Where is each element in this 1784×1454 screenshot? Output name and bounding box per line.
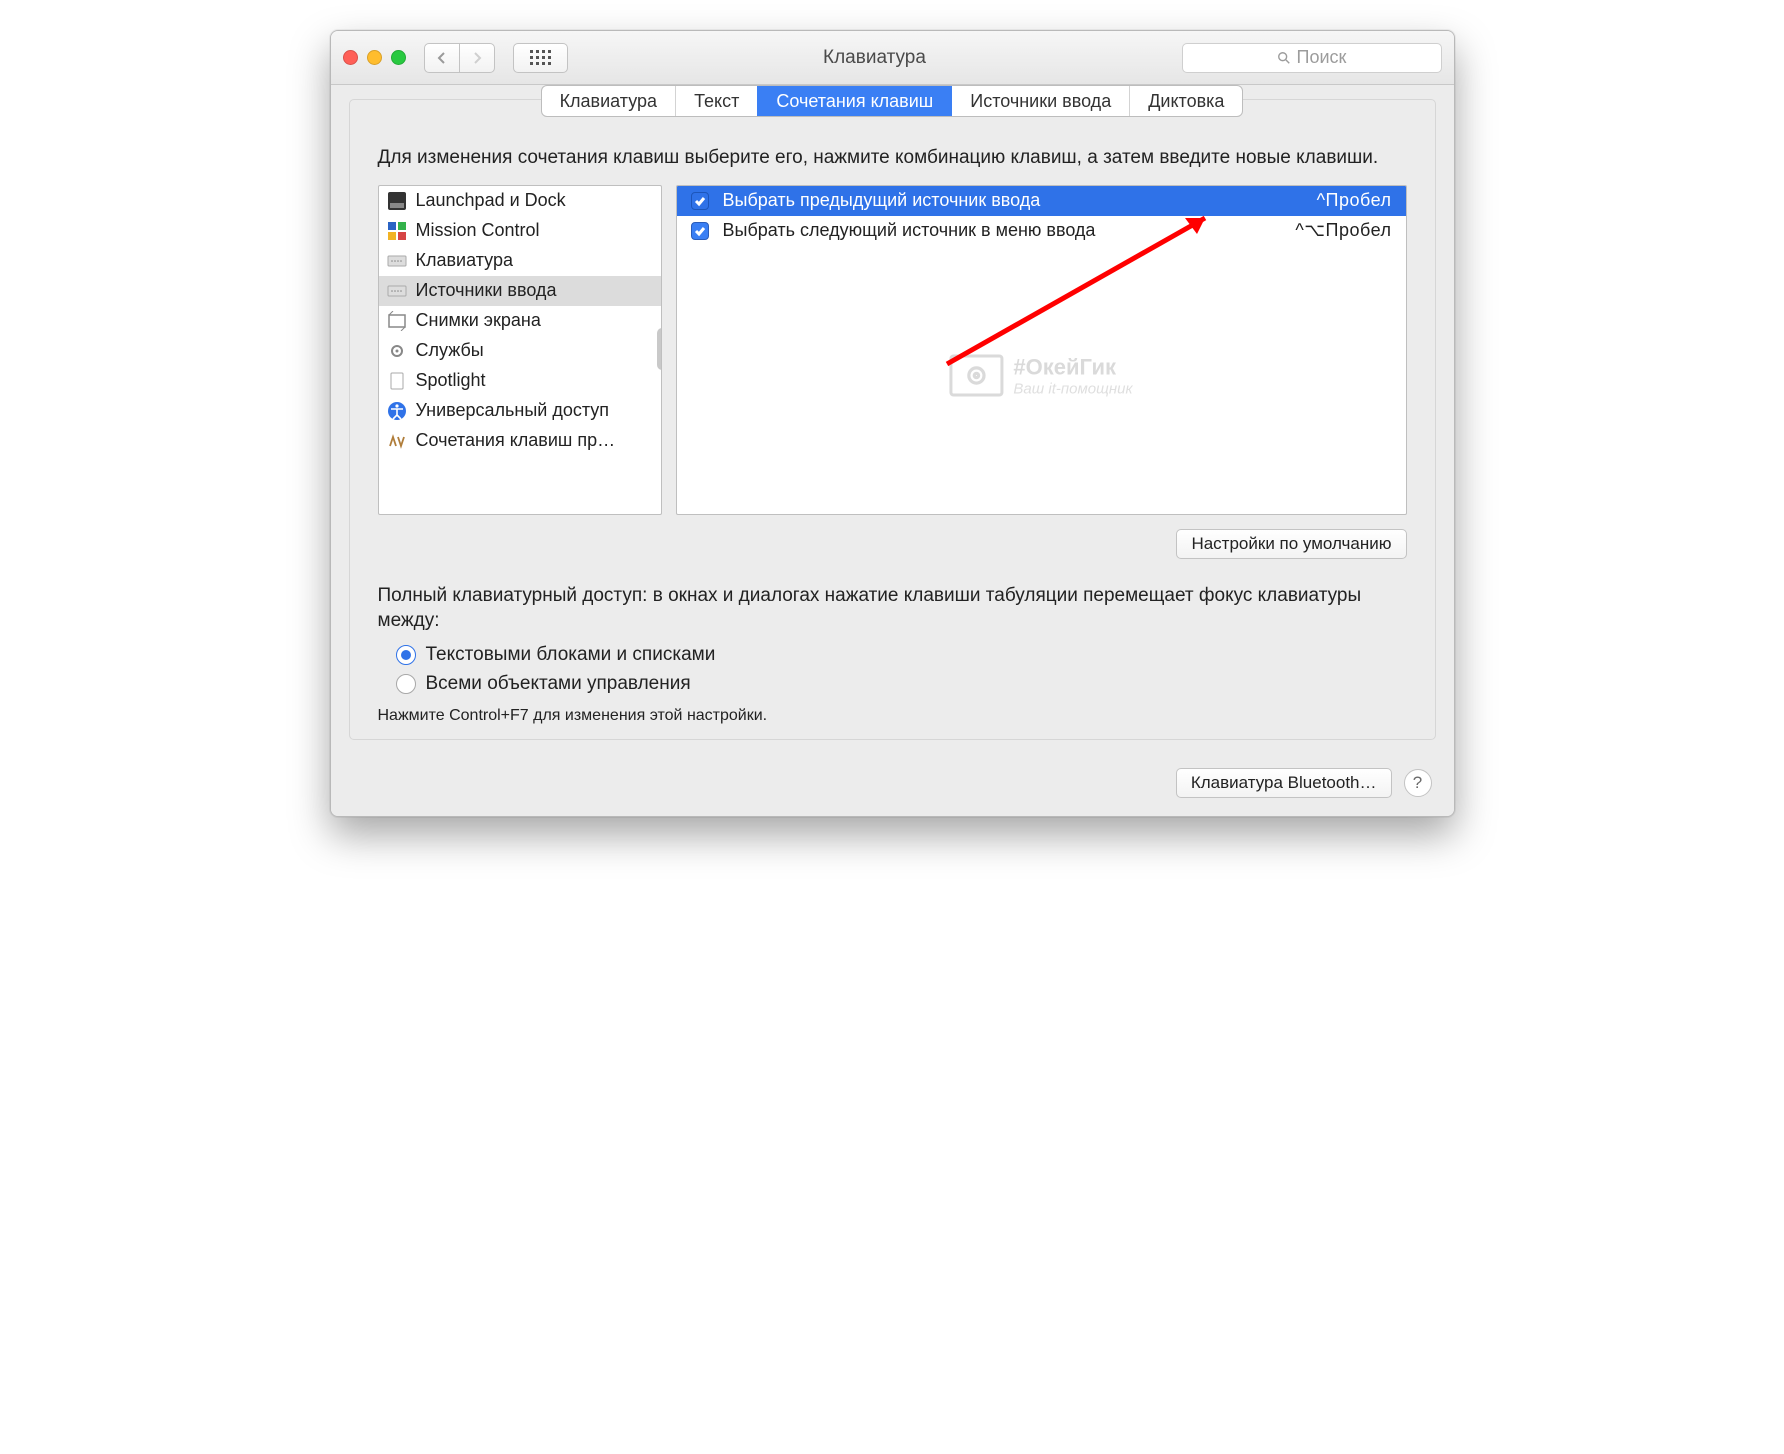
titlebar: Клавиатура Поиск <box>331 31 1454 85</box>
watermark-icon <box>949 355 1003 397</box>
bluetooth-keyboard-button[interactable]: Клавиатура Bluetooth… <box>1176 768 1392 798</box>
watermark: #ОкейГик Ваш it-помощник <box>949 354 1132 397</box>
category-label: Launchpad и Dock <box>416 190 566 211</box>
category-label: Spotlight <box>416 370 486 391</box>
apps-icon <box>387 431 407 451</box>
tab-label: Текст <box>694 91 739 112</box>
shortcut-checkbox[interactable] <box>691 222 709 240</box>
preferences-window: Клавиатура Поиск Клавиатура Текст Сочета… <box>330 30 1455 817</box>
footer: Клавиатура Bluetooth… ? <box>349 768 1436 798</box>
tab-label: Источники ввода <box>970 91 1111 112</box>
full-access-text: Полный клавиатурный доступ: в окнах и ди… <box>378 583 1407 634</box>
shortcut-checkbox[interactable] <box>691 192 709 210</box>
full-access-radios: Текстовыми блоками и списками Всеми объе… <box>396 644 1407 695</box>
category-label: Сочетания клавиш пр… <box>416 430 616 451</box>
grid-icon <box>530 50 551 65</box>
zoom-window-button[interactable] <box>391 50 406 65</box>
category-launchpad[interactable]: Launchpad и Dock <box>379 186 661 216</box>
shortcut-key[interactable]: ^⌥Пробел <box>1295 220 1391 241</box>
help-button[interactable]: ? <box>1404 769 1432 797</box>
radio-text-boxes[interactable]: Текстовыми блоками и списками <box>396 644 1407 666</box>
back-button[interactable] <box>424 43 460 73</box>
radio-label: Текстовыми блоками и списками <box>426 644 716 666</box>
mission-control-icon <box>387 221 407 241</box>
tab-label: Клавиатура <box>560 91 658 112</box>
keyboard-icon <box>387 281 407 301</box>
category-app-shortcuts[interactable]: Сочетания клавиш пр… <box>379 426 661 456</box>
inset-panel: Клавиатура Текст Сочетания клавиш Источн… <box>349 99 1436 740</box>
split-panes: Launchpad и Dock Mission Control Клавиат… <box>378 185 1407 515</box>
shortcut-row-next-source[interactable]: Выбрать следующий источник в меню ввода … <box>677 216 1406 246</box>
category-label: Службы <box>416 340 484 361</box>
radio-all-controls[interactable]: Всеми объектами управления <box>396 673 1407 695</box>
forward-button[interactable] <box>459 43 495 73</box>
nav-buttons <box>424 43 495 73</box>
tab-keyboard[interactable]: Клавиатура <box>542 86 676 116</box>
restore-defaults-button[interactable]: Настройки по умолчанию <box>1176 529 1406 559</box>
button-label: Клавиатура Bluetooth… <box>1191 773 1377 793</box>
category-label: Mission Control <box>416 220 540 241</box>
category-label: Снимки экрана <box>416 310 541 331</box>
full-access-hint: Нажмите Control+F7 для изменения этой на… <box>378 707 1407 725</box>
tab-shortcuts[interactable]: Сочетания клавиш <box>757 86 951 116</box>
segmented-control: Клавиатура Текст Сочетания клавиш Источн… <box>541 85 1244 117</box>
shortcut-key[interactable]: ^Пробел <box>1317 190 1392 211</box>
window-title: Клавиатура <box>578 47 1172 69</box>
window-controls <box>343 50 406 65</box>
category-screenshots[interactable]: Снимки экрана <box>379 306 661 336</box>
minimize-window-button[interactable] <box>367 50 382 65</box>
close-window-button[interactable] <box>343 50 358 65</box>
radio-indicator <box>396 645 416 665</box>
category-label: Универсальный доступ <box>416 400 610 421</box>
search-field[interactable]: Поиск <box>1182 43 1442 73</box>
category-input-sources[interactable]: Источники ввода <box>379 276 661 306</box>
shortcut-label: Выбрать следующий источник в меню ввода <box>723 220 1282 241</box>
scrollbar-thumb[interactable] <box>657 328 662 370</box>
instruction-text: Для изменения сочетания клавиш выберите … <box>378 145 1407 171</box>
doc-icon <box>387 371 407 391</box>
shortcuts-list[interactable]: Выбрать предыдущий источник ввода ^Пробе… <box>676 185 1407 515</box>
category-spotlight[interactable]: Spotlight <box>379 366 661 396</box>
tab-label: Диктовка <box>1148 91 1224 112</box>
radio-label: Всеми объектами управления <box>426 673 691 695</box>
keyboard-icon <box>387 251 407 271</box>
show-all-button[interactable] <box>513 43 568 73</box>
defaults-row: Настройки по умолчанию <box>378 529 1407 559</box>
category-label: Источники ввода <box>416 280 557 301</box>
screenshot-icon <box>387 311 407 331</box>
tab-dictation[interactable]: Диктовка <box>1129 86 1242 116</box>
category-label: Клавиатура <box>416 250 514 271</box>
watermark-subtitle: Ваш it-помощник <box>1013 380 1132 397</box>
category-accessibility[interactable]: Универсальный доступ <box>379 396 661 426</box>
category-mission-control[interactable]: Mission Control <box>379 216 661 246</box>
tab-label: Сочетания клавиш <box>776 91 933 112</box>
search-placeholder: Поиск <box>1297 47 1347 68</box>
search-icon <box>1277 51 1291 65</box>
content: Клавиатура Текст Сочетания клавиш Источн… <box>331 85 1454 816</box>
tab-text[interactable]: Текст <box>675 86 757 116</box>
gear-icon <box>387 341 407 361</box>
shortcut-label: Выбрать предыдущий источник ввода <box>723 190 1303 211</box>
radio-indicator <box>396 674 416 694</box>
accessibility-icon <box>387 401 407 421</box>
watermark-title: #ОкейГик <box>1013 354 1132 380</box>
tab-input-sources[interactable]: Источники ввода <box>951 86 1129 116</box>
category-services[interactable]: Службы <box>379 336 661 366</box>
launchpad-icon <box>387 191 407 211</box>
category-list[interactable]: Launchpad и Dock Mission Control Клавиат… <box>378 185 662 515</box>
button-label: Настройки по умолчанию <box>1191 534 1391 554</box>
category-keyboard[interactable]: Клавиатура <box>379 246 661 276</box>
shortcut-row-previous-source[interactable]: Выбрать предыдущий источник ввода ^Пробе… <box>677 186 1406 216</box>
pane-body: Для изменения сочетания клавиш выберите … <box>350 117 1435 725</box>
tab-bar: Клавиатура Текст Сочетания клавиш Источн… <box>350 85 1435 117</box>
